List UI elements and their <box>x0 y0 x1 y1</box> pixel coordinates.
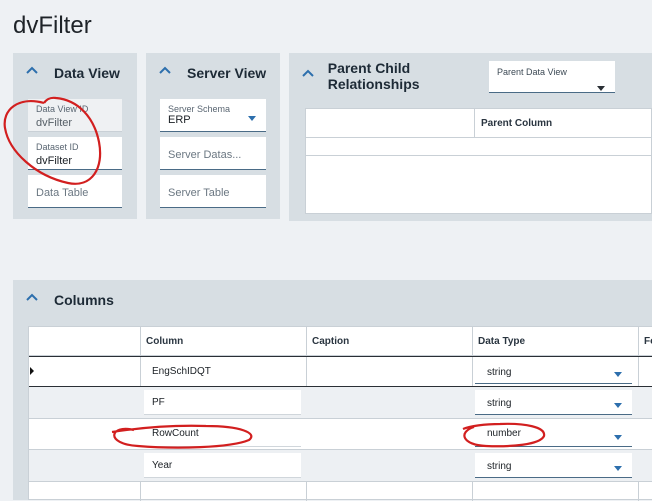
column-name-value: PF <box>152 397 165 408</box>
data-type-value: string <box>487 398 512 409</box>
data-type-value: string <box>487 461 512 472</box>
server-schema-value: ERP <box>168 114 191 126</box>
page-title: dvFilter <box>13 12 92 39</box>
columns-grid: Column Caption Data Type Fo EngSchIDQT s… <box>28 326 652 501</box>
table-row[interactable]: EngSchIDQT string <box>29 356 652 386</box>
data-view-header[interactable]: Data View <box>13 53 137 93</box>
server-view-panel: Server View Server Schema ERP Server Dat… <box>146 53 280 219</box>
column-name-input[interactable]: PF <box>144 390 301 415</box>
collapse-chevron-icon[interactable] <box>26 290 50 310</box>
chevron-down-icon[interactable] <box>614 466 622 471</box>
parent-data-view-label: Parent Data View <box>497 67 567 77</box>
chevron-down-icon[interactable] <box>614 372 622 377</box>
column-name-value: Year <box>152 460 173 471</box>
column-header-data-type[interactable]: Data Type <box>478 336 525 347</box>
data-type-select[interactable]: string <box>475 390 632 415</box>
parent-column-header[interactable]: Parent Column <box>481 118 552 129</box>
data-type-select[interactable]: number <box>475 422 632 447</box>
collapse-chevron-icon[interactable] <box>26 63 50 83</box>
column-name-input[interactable]: RowCount <box>144 422 301 447</box>
data-view-id-field: Data View ID dvFilter <box>28 99 122 132</box>
server-dataset-placeholder: Server Datas... <box>168 149 242 161</box>
data-type-value: string <box>487 367 512 378</box>
parent-data-view-select[interactable]: Parent Data View <box>489 61 615 93</box>
data-view-title: Data View <box>54 65 120 81</box>
columns-title: Columns <box>54 292 114 308</box>
chevron-down-icon[interactable] <box>614 435 622 440</box>
server-view-header[interactable]: Server View <box>146 53 280 93</box>
relationships-panel: Parent Child Relationships Parent Data V… <box>289 53 652 221</box>
dataset-id-value: dvFilter <box>36 155 73 167</box>
chevron-down-icon[interactable] <box>614 403 622 408</box>
data-type-value: number <box>487 428 521 439</box>
column-name-value: EngSchIDQT <box>152 366 211 377</box>
grid-divider <box>306 155 652 156</box>
dataset-id-field[interactable]: Dataset ID dvFilter <box>28 137 122 170</box>
columns-header[interactable]: Columns <box>13 280 213 320</box>
dataset-id-label: Dataset ID <box>36 142 79 152</box>
column-name-value: RowCount <box>152 428 199 439</box>
data-view-id-value: dvFilter <box>36 117 73 129</box>
server-dataset-field[interactable]: Server Datas... <box>160 137 266 170</box>
relationships-title: Parent Child Relationships <box>327 60 420 92</box>
data-view-panel: Data View Data View ID dvFilter Dataset … <box>13 53 137 219</box>
data-table-field[interactable]: Data Table <box>28 175 122 208</box>
relationships-grid: Parent Column <box>305 108 652 214</box>
server-table-field[interactable]: Server Table <box>160 175 266 208</box>
server-schema-label: Server Schema <box>168 104 231 114</box>
column-name-input[interactable]: Year <box>144 453 301 478</box>
table-row[interactable]: Year string <box>29 450 652 481</box>
column-header-format[interactable]: Fo <box>644 336 652 347</box>
chevron-down-icon[interactable] <box>597 86 605 91</box>
columns-panel: Columns Column Caption Data Type Fo EngS… <box>13 280 652 501</box>
column-name-input[interactable]: EngSchIDQT <box>144 359 301 384</box>
column-header-caption[interactable]: Caption <box>312 336 349 347</box>
collapse-chevron-icon[interactable] <box>159 63 183 83</box>
relationships-header[interactable]: Parent Child Relationships <box>289 56 489 96</box>
server-schema-select[interactable]: Server Schema ERP <box>160 99 266 132</box>
column-header-column[interactable]: Column <box>146 336 183 347</box>
table-row[interactable]: PF string <box>29 387 652 418</box>
data-type-select[interactable]: string <box>475 359 632 384</box>
server-view-title: Server View <box>187 65 267 81</box>
chevron-down-icon[interactable] <box>248 116 256 121</box>
collapse-chevron-icon[interactable] <box>302 66 324 86</box>
grid-divider <box>29 481 652 482</box>
data-type-select[interactable]: string <box>475 453 632 478</box>
grid-divider <box>474 109 475 137</box>
data-table-placeholder: Data Table <box>36 187 89 199</box>
data-view-id-label: Data View ID <box>36 104 89 114</box>
server-table-placeholder: Server Table <box>168 187 230 199</box>
grid-divider <box>306 137 652 138</box>
table-row[interactable]: RowCount number <box>29 419 652 449</box>
